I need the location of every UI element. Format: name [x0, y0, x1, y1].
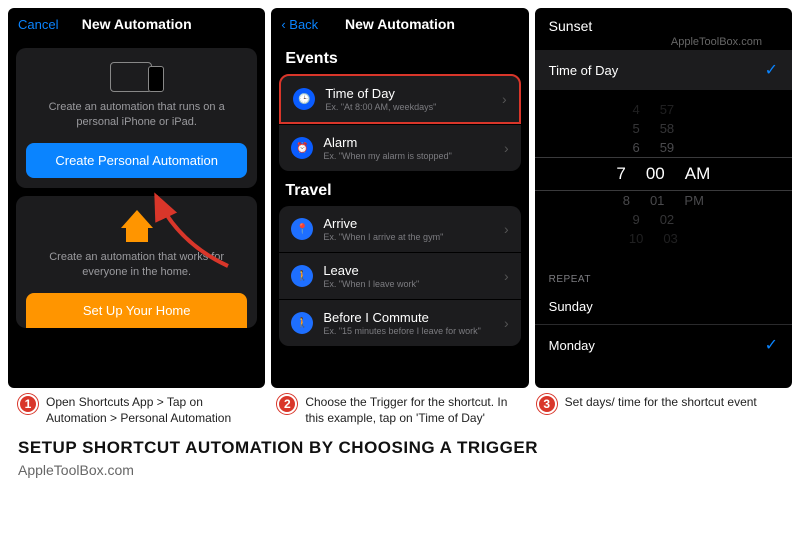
- section-header-travel: Travel: [271, 172, 528, 206]
- card-description: Create an automation that runs on a pers…: [26, 100, 247, 131]
- home-automation-card: Create an automation that works for ever…: [16, 196, 257, 328]
- step-badge-3: 3: [537, 394, 557, 414]
- caption-1: 1 Open Shortcuts App > Tap on Automation…: [18, 394, 263, 426]
- row-leave[interactable]: 🚶 Leave Ex. "When I leave work" ›: [279, 253, 520, 299]
- row-subtitle: Ex. "When my alarm is stopped": [323, 151, 494, 161]
- clock-icon: 🕒: [293, 88, 315, 110]
- day-label: Sunday: [549, 299, 593, 314]
- row-subtitle: Ex. "When I arrive at the gym": [323, 232, 494, 242]
- checkmark-icon: ✓: [765, 335, 778, 355]
- row-title: Time of Day: [325, 86, 492, 101]
- footer-credit: AppleToolBox.com: [0, 460, 800, 480]
- chevron-right-icon: ›: [502, 91, 507, 107]
- row-subtitle: Ex. "When I leave work": [323, 279, 494, 289]
- home-icon: [26, 210, 247, 242]
- row-arrive[interactable]: 📍 Arrive Ex. "When I arrive at the gym" …: [279, 206, 520, 252]
- travel-list: 📍 Arrive Ex. "When I arrive at the gym" …: [279, 206, 520, 346]
- step-badge-2: 2: [277, 394, 297, 414]
- chevron-right-icon: ›: [504, 268, 509, 284]
- back-button[interactable]: ‹ Back: [281, 17, 333, 32]
- phone-panel-2: ‹ Back New Automation Events 🕒 Time of D…: [271, 8, 528, 388]
- caption-text: Open Shortcuts App > Tap on Automation >…: [46, 394, 263, 426]
- panels-row: Cancel New Automation Create an automati…: [0, 0, 800, 388]
- phone-panel-3: Sunset Time of Day ✓ AppleToolBox.com 45…: [535, 8, 792, 388]
- time-picker[interactable]: 457 558 659 700AM 801PM 902 1003: [535, 90, 792, 258]
- nav-bar: Cancel New Automation: [8, 8, 265, 40]
- create-personal-automation-button[interactable]: Create Personal Automation: [26, 143, 247, 178]
- nav-bar: ‹ Back New Automation: [271, 8, 528, 40]
- row-commute[interactable]: 🚶 Before I Commute Ex. "15 minutes befor…: [279, 300, 520, 346]
- sunset-option[interactable]: Sunset: [549, 18, 778, 34]
- captions-row: 1 Open Shortcuts App > Tap on Automation…: [0, 388, 800, 430]
- caption-3: 3 Set days/ time for the shortcut event: [537, 394, 782, 426]
- chevron-right-icon: ›: [504, 221, 509, 237]
- row-title: Leave: [323, 263, 494, 278]
- repeat-sunday[interactable]: Sunday: [535, 289, 792, 325]
- card-description: Create an automation that works for ever…: [26, 250, 247, 281]
- row-subtitle: Ex. "15 minutes before I leave for work": [323, 326, 494, 336]
- row-alarm[interactable]: ⏰ Alarm Ex. "When my alarm is stopped" ›: [279, 125, 520, 171]
- checkmark-icon: ✓: [765, 60, 778, 80]
- day-label: Monday: [549, 338, 595, 353]
- leave-icon: 🚶: [291, 265, 313, 287]
- caption-2: 2 Choose the Trigger for the shortcut. I…: [277, 394, 522, 426]
- cancel-button[interactable]: Cancel: [18, 17, 70, 32]
- step-badge-1: 1: [18, 394, 38, 414]
- caption-text: Set days/ time for the shortcut event: [565, 394, 757, 426]
- time-of-day-option[interactable]: Time of Day ✓: [535, 50, 792, 90]
- option-label: Time of Day: [549, 63, 619, 78]
- repeat-section-label: REPEAT: [535, 258, 792, 289]
- repeat-monday[interactable]: Monday ✓: [535, 325, 792, 365]
- watermark: AppleToolBox.com: [671, 36, 762, 48]
- setup-home-button[interactable]: Set Up Your Home: [26, 293, 247, 328]
- phone-panel-1: Cancel New Automation Create an automati…: [8, 8, 265, 388]
- chevron-right-icon: ›: [504, 140, 509, 156]
- caption-text: Choose the Trigger for the shortcut. In …: [305, 394, 522, 426]
- commute-icon: 🚶: [291, 312, 313, 334]
- row-title: Arrive: [323, 216, 494, 231]
- nav-title: New Automation: [82, 16, 192, 32]
- arrive-icon: 📍: [291, 218, 313, 240]
- nav-title: New Automation: [345, 16, 455, 32]
- row-title: Alarm: [323, 135, 494, 150]
- section-header-events: Events: [271, 40, 528, 74]
- headline: SETUP SHORTCUT AUTOMATION BY CHOOSING A …: [0, 430, 800, 460]
- chevron-right-icon: ›: [504, 315, 509, 331]
- personal-automation-card: Create an automation that runs on a pers…: [16, 48, 257, 188]
- alarm-icon: ⏰: [291, 137, 313, 159]
- row-title: Before I Commute: [323, 310, 494, 325]
- devices-icon: [26, 62, 247, 92]
- row-time-of-day[interactable]: 🕒 Time of Day Ex. "At 8:00 AM, weekdays"…: [279, 74, 520, 124]
- row-subtitle: Ex. "At 8:00 AM, weekdays": [325, 102, 492, 112]
- events-list: 🕒 Time of Day Ex. "At 8:00 AM, weekdays"…: [279, 74, 520, 171]
